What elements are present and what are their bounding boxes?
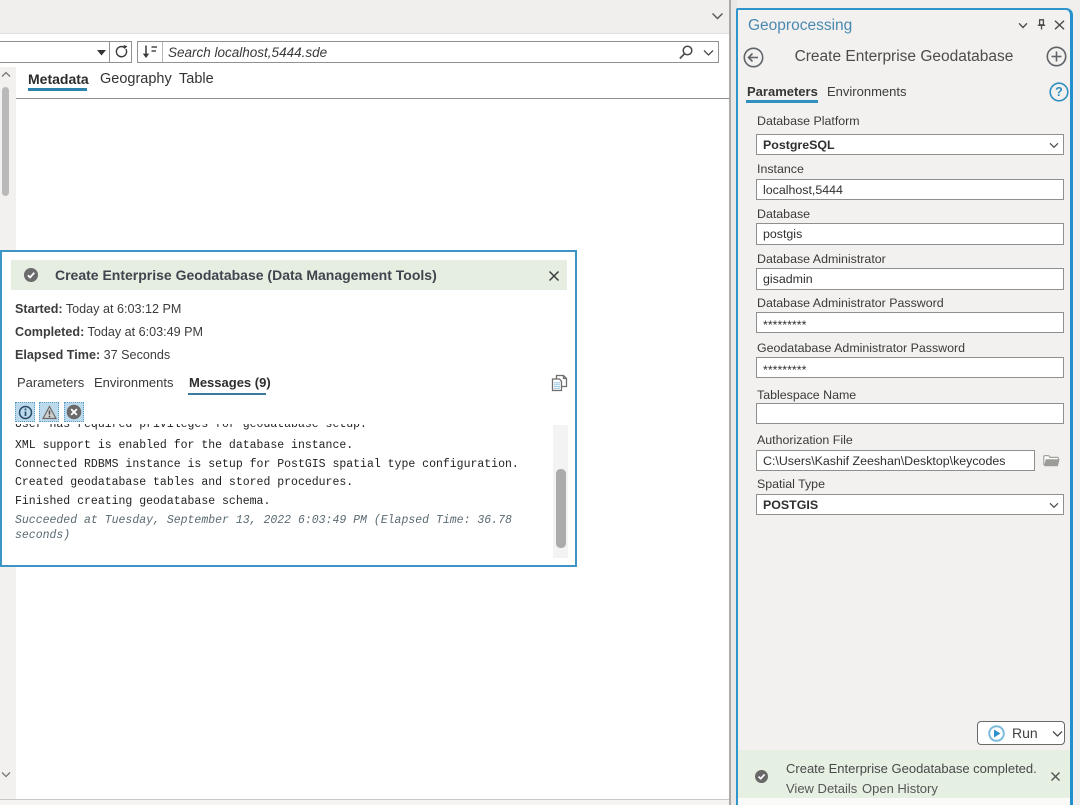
- svg-text:?: ?: [1055, 85, 1063, 99]
